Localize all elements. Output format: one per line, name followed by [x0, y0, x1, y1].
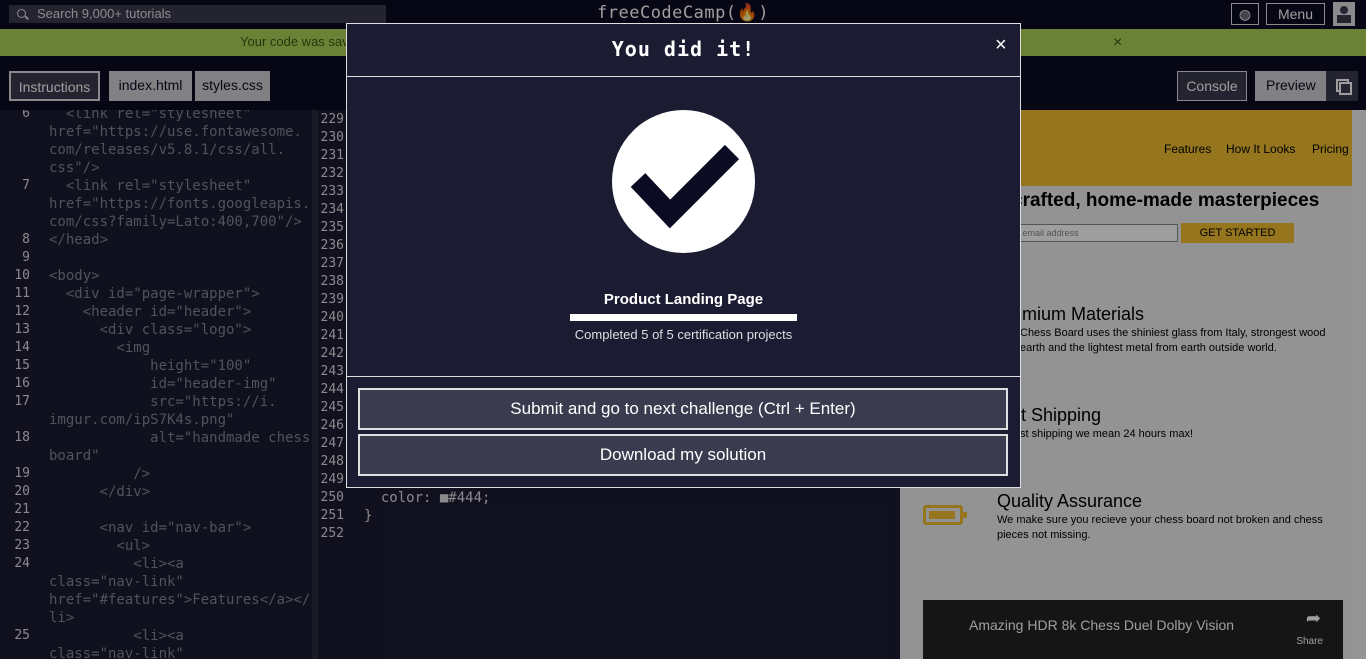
submit-next-challenge-button[interactable]: Submit and go to next challenge (Ctrl + … — [358, 388, 1008, 430]
modal-title: You did it! — [611, 37, 756, 61]
progress-text: Completed 5 of 5 certification projects — [574, 327, 793, 342]
checkmark-icon — [612, 110, 755, 253]
completion-modal: You did it! × Product Landing Page Compl… — [346, 23, 1021, 488]
download-solution-button[interactable]: Download my solution — [358, 434, 1008, 476]
modal-divider — [347, 376, 1020, 377]
modal-header: You did it! × — [347, 24, 1020, 77]
progress-bar — [570, 314, 797, 321]
project-title: Product Landing Page — [603, 291, 764, 308]
close-icon[interactable]: × — [995, 34, 1007, 56]
